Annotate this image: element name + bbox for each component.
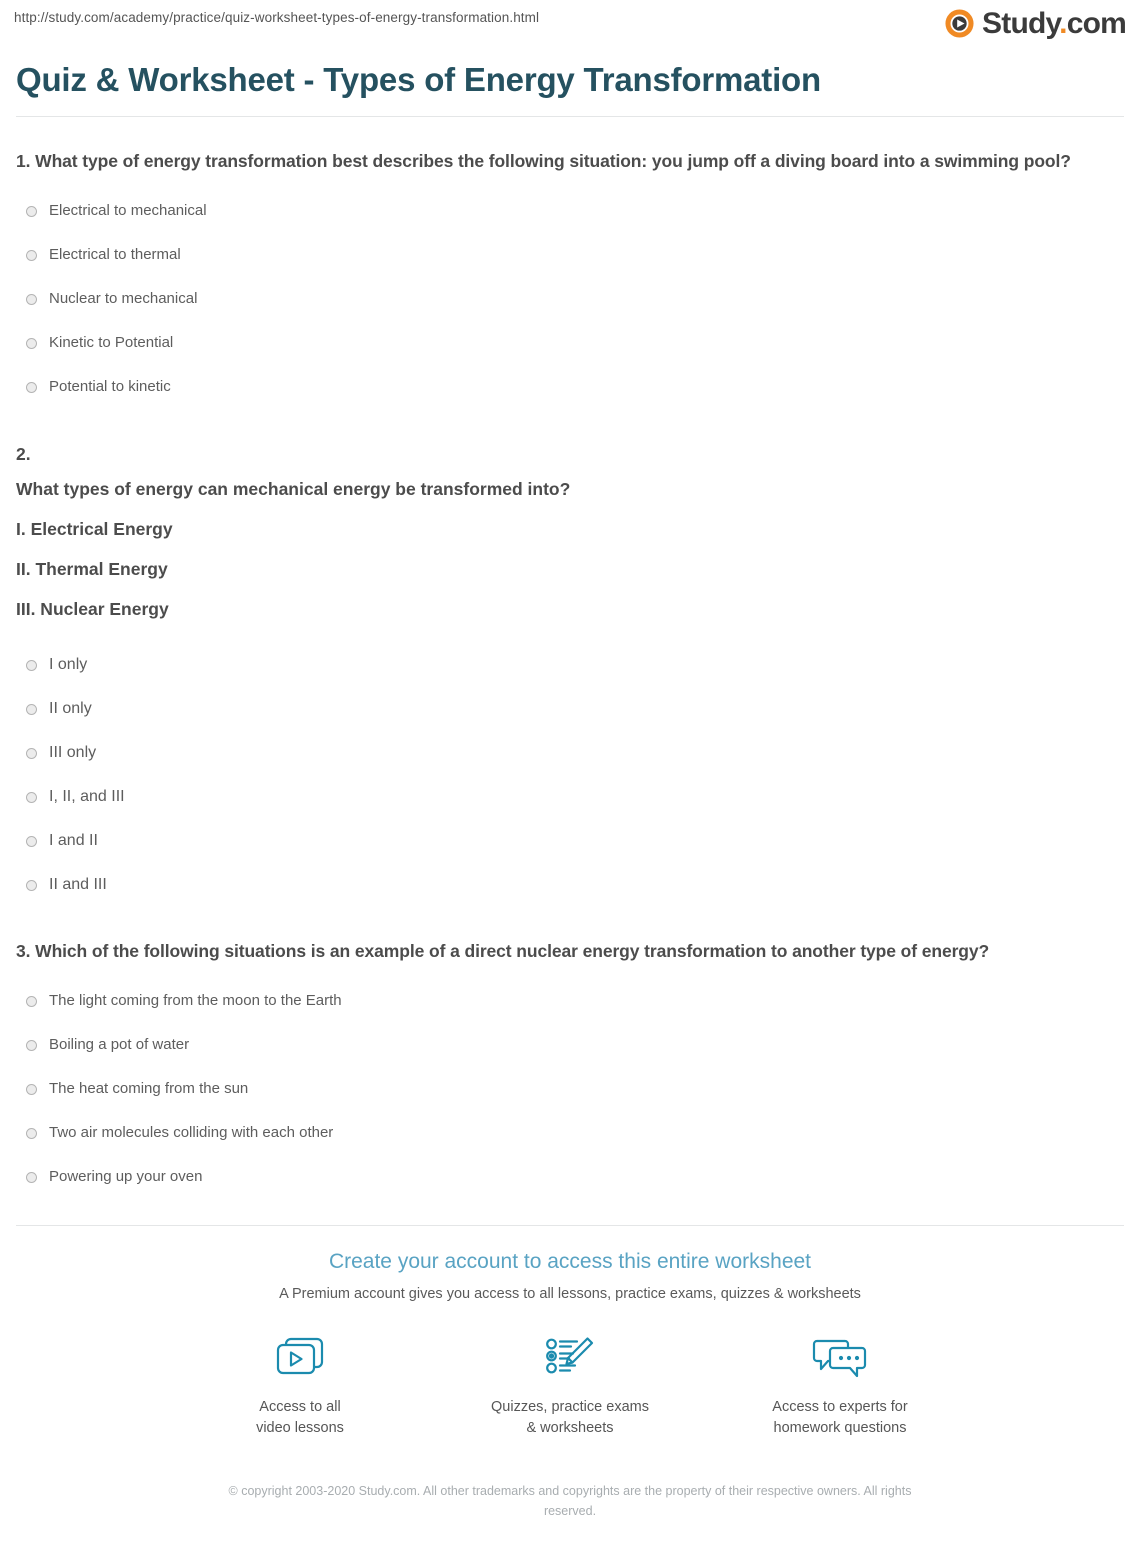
option-row[interactable]: II and III xyxy=(16,863,1124,907)
radio-button-icon[interactable] xyxy=(26,879,37,891)
option-label: I and II xyxy=(49,832,98,849)
question-1: 1. What type of energy transformation be… xyxy=(16,117,1124,409)
question-2-prompt: What types of energy can mechanical ener… xyxy=(16,479,571,499)
option-row[interactable]: I, II, and III xyxy=(16,775,1124,819)
radio-button-icon[interactable] xyxy=(26,747,37,759)
cta-heading-link[interactable]: Create your account to access this entir… xyxy=(0,1248,1140,1276)
option-label: II and III xyxy=(49,876,107,893)
option-row[interactable]: Kinetic to Potential xyxy=(16,321,1124,365)
option-row[interactable]: Two air molecules colliding with each ot… xyxy=(16,1111,1124,1155)
question-3: 3. Which of the following situations is … xyxy=(16,907,1124,1199)
radio-button-icon[interactable] xyxy=(26,1127,37,1139)
create-account-cta: Create your account to access this entir… xyxy=(0,1226,1140,1521)
radio-button-icon[interactable] xyxy=(26,293,37,305)
radio-button-icon[interactable] xyxy=(26,249,37,261)
feature-quizzes: Quizzes, practice exams & worksheets xyxy=(490,1330,650,1439)
cta-subheading: A Premium account gives you access to al… xyxy=(279,1286,861,1302)
study-com-logo[interactable]: Study.com xyxy=(944,6,1127,40)
question-3-options: The light coming from the moon to the Ea… xyxy=(16,979,1124,1199)
feature-icon-wrap xyxy=(490,1330,650,1384)
feature-list: Access to all video lessons Quizzes, pra… xyxy=(0,1330,1140,1439)
feature-label: Quizzes, practice exams & worksheets xyxy=(491,1399,649,1436)
radio-button-icon[interactable] xyxy=(26,1083,37,1095)
play-circle-icon xyxy=(945,9,974,38)
option-label: Boiling a pot of water xyxy=(49,1036,190,1053)
option-row[interactable]: I and II xyxy=(16,819,1124,863)
option-row[interactable]: III only xyxy=(16,731,1124,775)
option-label: II only xyxy=(49,700,92,717)
option-label: III only xyxy=(49,744,97,761)
question-2: 2. What types of energy can mechanical e… xyxy=(16,409,1124,907)
option-label: The heat coming from the sun xyxy=(49,1080,249,1097)
option-row[interactable]: The light coming from the moon to the Ea… xyxy=(16,979,1124,1023)
option-row[interactable]: Electrical to thermal xyxy=(16,233,1124,277)
question-2-roman-1: I. Electrical Energy xyxy=(16,519,173,539)
option-row[interactable]: Electrical to mechanical xyxy=(16,189,1124,233)
radio-button-icon[interactable] xyxy=(26,703,37,715)
feature-icon-wrap xyxy=(760,1330,920,1384)
copyright-text: © copyright 2003-2020 Study.com. All oth… xyxy=(228,1484,912,1518)
quiz-checklist-pencil-icon xyxy=(546,1337,594,1374)
question-2-options: I only II only III only I, II, and III I… xyxy=(16,643,1124,907)
option-label: Nuclear to mechanical xyxy=(49,290,198,307)
radio-button-icon[interactable] xyxy=(26,995,37,1007)
option-row[interactable]: II only xyxy=(16,687,1124,731)
video-lessons-icon xyxy=(276,1337,324,1375)
question-3-prompt: 3. Which of the following situations is … xyxy=(16,941,990,961)
chat-bubbles-icon xyxy=(812,1339,867,1378)
feature-experts: Access to experts for homework questions xyxy=(760,1330,920,1439)
option-row[interactable]: Powering up your oven xyxy=(16,1155,1124,1199)
feature-label: Access to all video lessons xyxy=(256,1399,344,1436)
radio-button-icon[interactable] xyxy=(26,337,37,349)
question-2-number: 2. xyxy=(16,444,31,464)
question-2-roman-2: II. Thermal Energy xyxy=(16,559,168,579)
brand-name: Study xyxy=(982,6,1060,40)
radio-button-icon[interactable] xyxy=(26,791,37,803)
option-label: Powering up your oven xyxy=(49,1168,203,1185)
question-1-options: Electrical to mechanical Electrical to t… xyxy=(16,189,1124,409)
option-label: Electrical to mechanical xyxy=(49,202,207,219)
feature-icon-wrap xyxy=(220,1330,380,1384)
option-row[interactable]: Boiling a pot of water xyxy=(16,1023,1124,1067)
radio-button-icon[interactable] xyxy=(26,205,37,217)
radio-button-icon[interactable] xyxy=(26,1171,37,1183)
brand-dot: . xyxy=(1059,6,1067,40)
option-row[interactable]: I only xyxy=(16,643,1124,687)
option-label: Electrical to thermal xyxy=(49,246,181,263)
radio-button-icon[interactable] xyxy=(26,659,37,671)
option-row[interactable]: The heat coming from the sun xyxy=(16,1067,1124,1111)
option-label: The light coming from the moon to the Ea… xyxy=(49,992,342,1009)
option-label: I only xyxy=(49,656,88,673)
option-label: I, II, and III xyxy=(49,788,125,805)
page-title: Quiz & Worksheet - Types of Energy Trans… xyxy=(16,61,821,98)
radio-button-icon[interactable] xyxy=(26,381,37,393)
option-label: Two air molecules colliding with each ot… xyxy=(49,1124,334,1141)
radio-button-icon[interactable] xyxy=(26,835,37,847)
quiz-body: 1. What type of energy transformation be… xyxy=(0,117,1140,1199)
brand-wordmark: Study.com xyxy=(982,6,1127,40)
option-label: Kinetic to Potential xyxy=(49,334,174,351)
brand-tld: com xyxy=(1066,6,1127,40)
feature-label: Access to experts for homework questions xyxy=(772,1399,908,1436)
feature-video-lessons: Access to all video lessons xyxy=(220,1330,380,1439)
question-1-prompt: 1. What type of energy transformation be… xyxy=(16,151,1071,171)
option-row[interactable]: Nuclear to mechanical xyxy=(16,277,1124,321)
option-label: Potential to kinetic xyxy=(49,378,171,395)
radio-button-icon[interactable] xyxy=(26,1039,37,1051)
question-2-roman-3: III. Nuclear Energy xyxy=(16,599,169,619)
option-row[interactable]: Potential to kinetic xyxy=(16,365,1124,409)
page-header: http://study.com/academy/practice/quiz-w… xyxy=(0,0,1140,46)
